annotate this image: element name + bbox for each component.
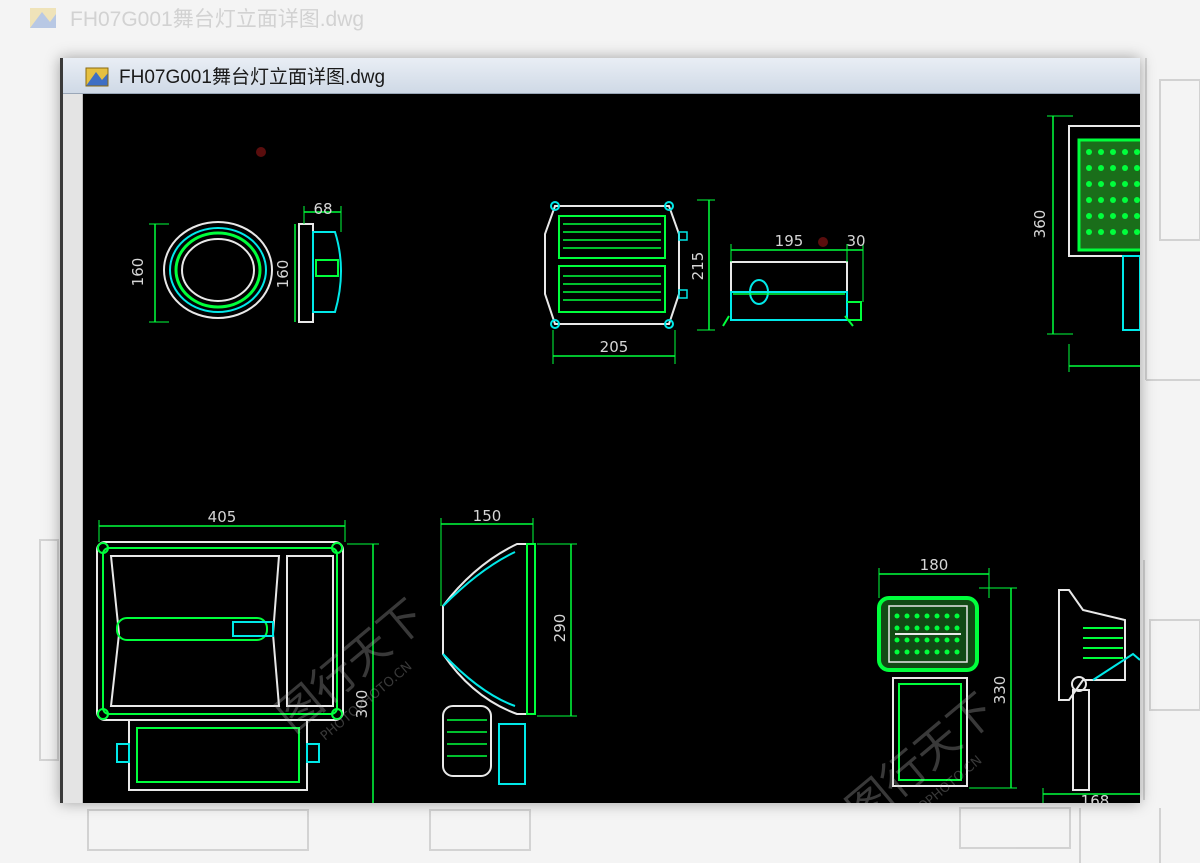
box-lamp-front-view — [544, 199, 715, 364]
round-lamp-front-view — [149, 221, 273, 323]
dim-round-lamp-side-height: 160 — [274, 260, 292, 289]
window-title-bar[interactable]: FH07G001舞台灯立面详图.dwg — [63, 58, 1140, 94]
dim-floodlight-side-height: 290 — [551, 614, 569, 643]
dim-box-lamp-bracket: 30 — [846, 232, 865, 250]
small-floodlight-side-view — [1042, 589, 1140, 803]
dwg-file-icon — [85, 67, 109, 86]
dim-tall-lamp-height: 360 — [1031, 210, 1049, 239]
dim-floodlight-depth: 150 — [473, 507, 502, 525]
dim-small-floodlight-side-width: 168 — [1081, 792, 1110, 803]
stray-mark — [256, 147, 266, 157]
box-lamp-side-view — [722, 244, 864, 327]
dim-box-lamp-depth: 195 — [775, 232, 804, 250]
floodlight-side-view — [440, 518, 577, 785]
left-gutter — [63, 94, 83, 803]
watermark: 图行天下 PHOTOPHOTO.CN — [267, 590, 435, 744]
dim-round-lamp-depth: 68 — [313, 200, 332, 218]
dwg-viewer-window[interactable]: FH07G001舞台灯立面详图.dwg 160 68 160 215 205 1… — [60, 58, 1140, 803]
dim-small-floodlight-height: 330 — [991, 676, 1009, 705]
window-title: FH07G001舞台灯立面详图.dwg — [119, 67, 386, 88]
stray-mark — [818, 237, 828, 247]
dim-box-lamp-width: 205 — [600, 338, 629, 356]
dim-floodlight-width: 405 — [208, 508, 237, 526]
dim-box-lamp-height: 215 — [689, 252, 707, 281]
tall-lamp-view — [1047, 115, 1140, 372]
dim-small-floodlight-width: 180 — [920, 556, 949, 574]
watermark-text: 图行天下 — [837, 684, 1005, 803]
round-lamp-side-view — [294, 206, 342, 323]
dim-round-lamp-height: 160 — [129, 258, 147, 287]
cad-drawing-canvas[interactable]: 160 68 160 215 205 195 30 360 405 300 15… — [83, 94, 1140, 803]
